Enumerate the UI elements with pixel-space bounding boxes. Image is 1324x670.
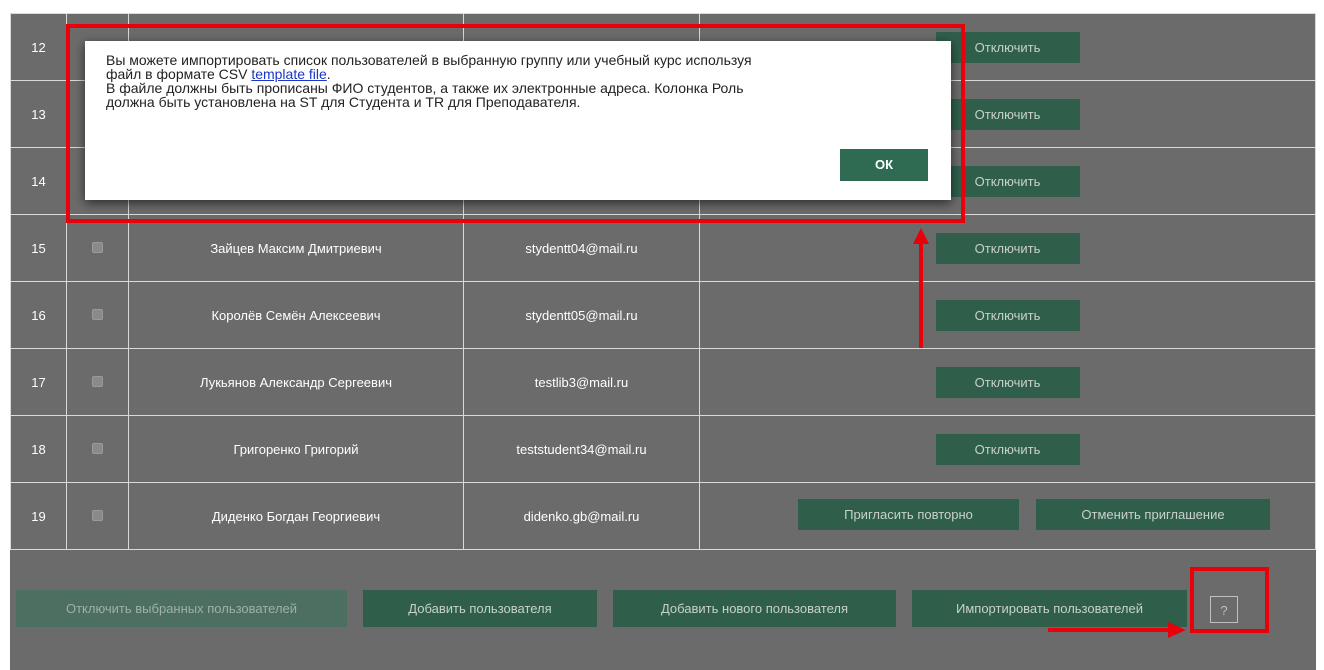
arrow-right-head: [1168, 622, 1186, 638]
annotation-arrows: [913, 228, 1186, 638]
arrow-up-head: [913, 228, 929, 244]
screenshot-frame: 12 Отключить 13 Отключить 14 Отключить 15 Зайце…: [0, 0, 1324, 670]
